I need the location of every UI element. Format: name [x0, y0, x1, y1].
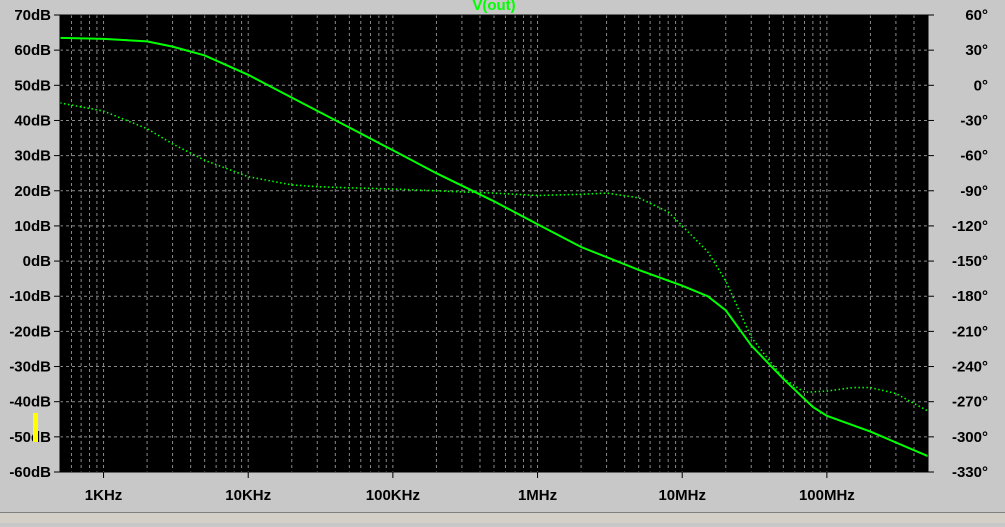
y-tick-label: -50dB	[9, 429, 51, 446]
y2-tick-label: 0°	[974, 77, 988, 94]
y-tick-label: 70dB	[14, 7, 51, 24]
y2-tick-label: -180°	[952, 288, 988, 305]
y-tick-label: 40dB	[14, 112, 51, 129]
y-tick-label: 20dB	[14, 183, 51, 200]
y-tick-label: 50dB	[14, 77, 51, 94]
status-bar	[0, 512, 1005, 523]
y-tick-label: 0dB	[23, 253, 52, 270]
cursor-marker[interactable]	[33, 413, 38, 442]
y-tick-label: 10dB	[14, 218, 51, 235]
y2-tick-label: -240°	[952, 359, 988, 376]
y2-tick-label: -210°	[952, 323, 988, 340]
x-tick-label: 100MHz	[799, 487, 855, 504]
x-tick-label: 100KHz	[366, 487, 420, 504]
y2-tick-label: 30°	[965, 42, 988, 59]
y-tick-label: 30dB	[14, 148, 51, 165]
y2-tick-label: -60°	[960, 148, 988, 165]
y-tick-label: -20dB	[9, 323, 51, 340]
y2-tick-label: -90°	[960, 183, 988, 200]
x-tick-label: 1KHz	[85, 487, 123, 504]
y-tick-label: -60dB	[9, 464, 51, 481]
bode-plot: 70dB 60dB 50dB 40dB 30dB 20dB 10dB 0dB -10dB -20d…	[0, 0, 1005, 523]
y-tick-label: -30dB	[9, 359, 51, 376]
x-tick-label: 10MHz	[658, 487, 706, 504]
chart-svg: 70dB 60dB 50dB 40dB 30dB 20dB 10dB 0dB -10dB -20d…	[0, 0, 1005, 522]
y2-tick-label: -330°	[952, 464, 988, 481]
x-tick-label: 1MHz	[518, 487, 557, 504]
x-tick-label: 10KHz	[225, 487, 271, 504]
y2-tick-label: -300°	[952, 429, 988, 446]
y-tick-label: -40dB	[9, 394, 51, 411]
y-tick-label: -10dB	[9, 288, 51, 305]
y2-tick-label: -30°	[960, 112, 988, 129]
chart-title[interactable]: V(out)	[472, 0, 515, 14]
y2-tick-label: -120°	[952, 218, 988, 235]
y2-tick-label: -150°	[952, 253, 988, 270]
y2-tick-label: -270°	[952, 394, 988, 411]
y2-tick-label: 60°	[965, 7, 988, 24]
y-tick-label: 60dB	[14, 42, 51, 59]
